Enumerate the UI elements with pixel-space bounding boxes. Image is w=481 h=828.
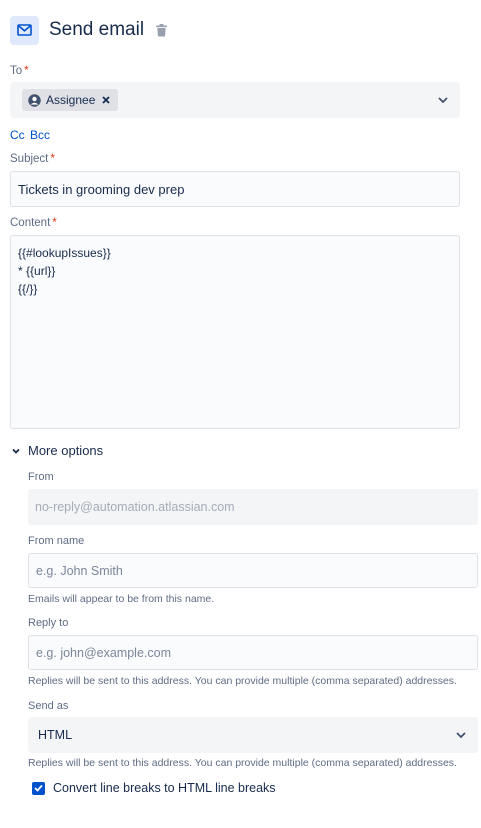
send-as-help: Replies will be sent to this address. Yo… <box>28 757 457 769</box>
content-line: {{#lookupIssues}} <box>18 246 111 260</box>
convert-line-breaks-label: Convert line breaks to HTML line breaks <box>53 781 276 795</box>
user-avatar-icon <box>28 93 41 107</box>
content-line: {{/}} <box>18 282 38 296</box>
chevron-down-icon <box>11 446 21 456</box>
page-header: Send email <box>10 15 168 45</box>
reply-to-help: Replies will be sent to this address. Yo… <box>28 675 457 687</box>
from-name-input[interactable]: e.g. John Smith <box>28 553 478 588</box>
subject-label: Subject * <box>10 153 55 165</box>
bcc-link[interactable]: Bcc <box>30 128 50 142</box>
close-icon[interactable] <box>102 96 111 104</box>
convert-line-breaks-checkbox[interactable] <box>32 781 45 795</box>
content-label: Content * <box>10 217 57 229</box>
page-title: Send email <box>49 19 145 40</box>
chevron-down-icon <box>454 728 468 742</box>
from-label: From <box>28 471 54 483</box>
recipient-chip[interactable]: Assignee <box>22 89 119 111</box>
content-textarea[interactable]: {{#lookupIssues}} * {{url}} {{/}} <box>10 235 460 429</box>
reply-to-input[interactable]: e.g. john@example.com <box>28 635 478 670</box>
from-name-label: From name <box>28 535 85 547</box>
check-icon <box>34 784 43 792</box>
from-name-help: Emails will appear to be from this name. <box>28 593 215 605</box>
from-input: no-reply@automation.atlassian.com <box>28 489 478 525</box>
content-line: * {{url}} <box>18 264 56 278</box>
subject-input[interactable]: Tickets in grooming dev prep <box>10 171 460 207</box>
cc-link[interactable]: Cc <box>10 128 25 142</box>
mail-icon <box>10 15 39 45</box>
trash-icon[interactable] <box>156 23 168 37</box>
more-options-toggle[interactable]: More options <box>11 443 103 458</box>
convert-line-breaks-row[interactable]: Convert line breaks to HTML line breaks <box>32 781 276 795</box>
recipient-chip-label: Assignee <box>46 93 96 107</box>
send-as-select[interactable]: HTML <box>28 717 478 753</box>
more-options-label: More options <box>28 443 104 458</box>
to-label: To * <box>10 65 29 77</box>
send-as-label: Send as <box>28 700 69 712</box>
send-as-value: HTML <box>38 728 73 742</box>
reply-to-label: Reply to <box>28 617 69 629</box>
chevron-down-icon[interactable] <box>436 93 450 107</box>
to-field[interactable]: Assignee <box>10 82 460 118</box>
